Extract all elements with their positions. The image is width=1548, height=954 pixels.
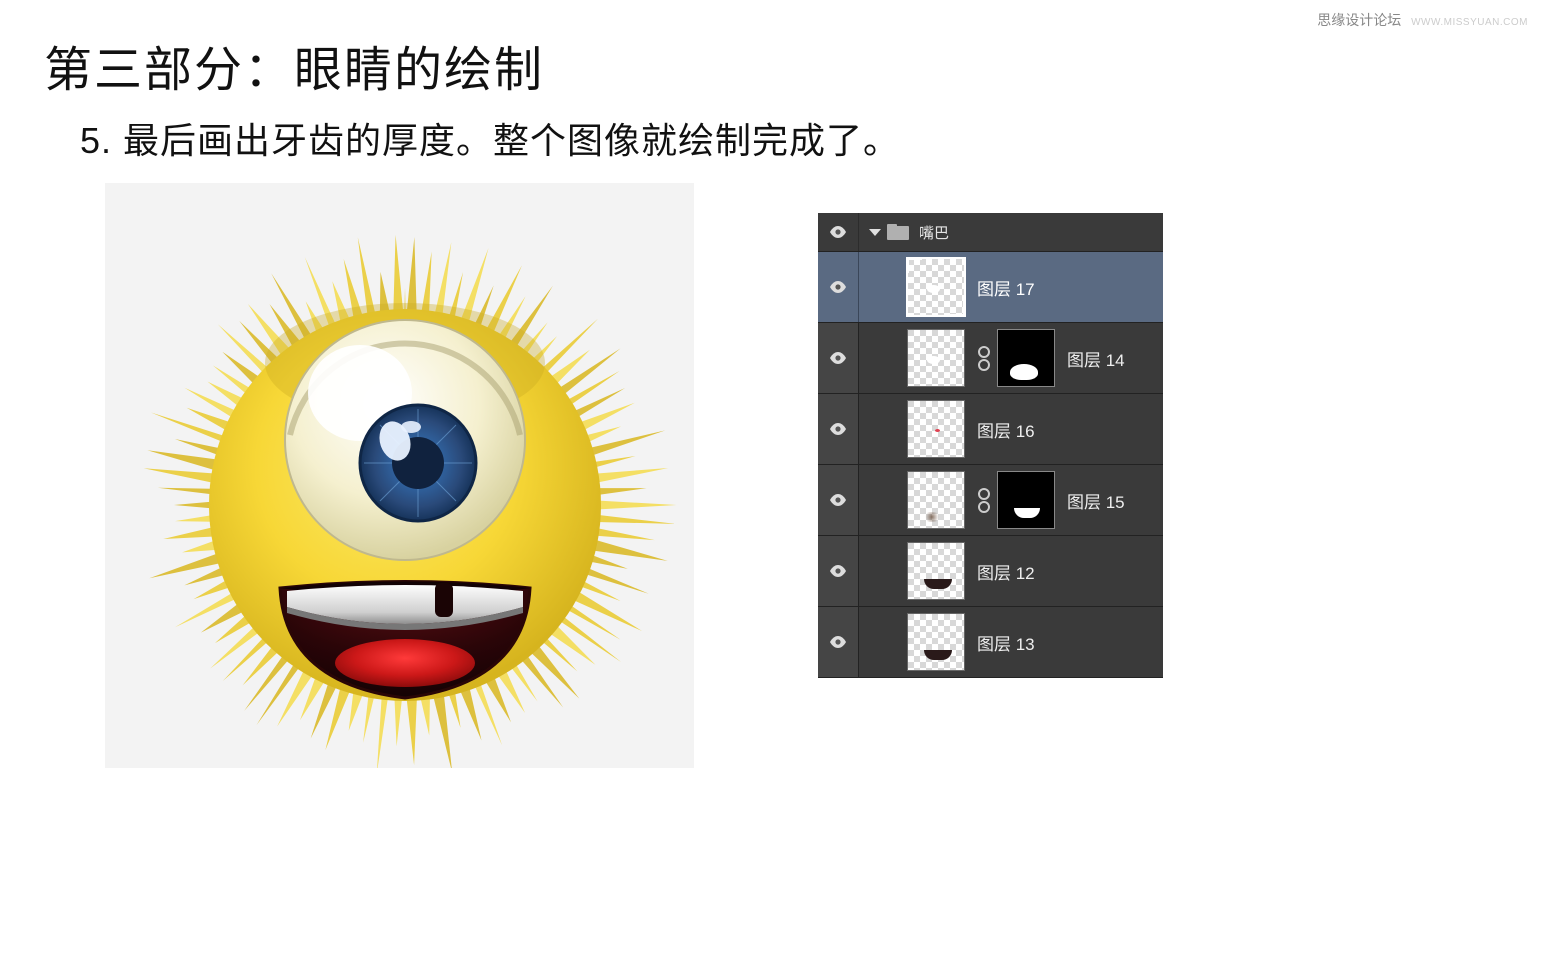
- layer-mask-thumbnail[interactable]: [997, 471, 1055, 529]
- eye-icon: [829, 636, 847, 648]
- visibility-toggle[interactable]: [818, 213, 859, 251]
- layer-group-header[interactable]: 嘴巴: [818, 213, 1163, 252]
- layer-link-icon[interactable]: [977, 488, 991, 513]
- layer-label: 图层 14: [1067, 346, 1125, 371]
- layer-group-name: 嘴巴: [919, 222, 949, 243]
- layer-thumbnail[interactable]: [907, 329, 965, 387]
- layer-thumbnail[interactable]: [907, 613, 965, 671]
- layer-row[interactable]: 图层 13: [818, 607, 1163, 678]
- result-illustration: [105, 183, 694, 768]
- eye-icon: [829, 565, 847, 577]
- layer-thumbnail[interactable]: [907, 542, 965, 600]
- step-instruction: 5. 最后画出牙齿的厚度。整个图像就绘制完成了。: [80, 112, 900, 164]
- layer-thumbnail[interactable]: [907, 400, 965, 458]
- layer-row[interactable]: 图层 14: [818, 323, 1163, 394]
- visibility-toggle[interactable]: [818, 536, 859, 606]
- layer-row[interactable]: 图层 15: [818, 465, 1163, 536]
- eye-icon: [829, 281, 847, 293]
- eye-icon: [829, 423, 847, 435]
- layer-thumbnail[interactable]: [907, 258, 965, 316]
- layer-mask-thumbnail[interactable]: [997, 329, 1055, 387]
- layer-label: 图层 17: [977, 275, 1035, 300]
- layers-panel: 嘴巴 图层 17 图层 14 图层 16 图层 15 图层 12 图层 13: [818, 213, 1163, 678]
- eye-icon: [829, 352, 847, 364]
- layer-label: 图层 15: [1067, 488, 1125, 513]
- layer-label: 图层 13: [977, 630, 1035, 655]
- layer-row[interactable]: 图层 12: [818, 536, 1163, 607]
- section-title: 第三部分：眼睛的绘制: [44, 30, 544, 100]
- eye-icon: [829, 494, 847, 506]
- visibility-toggle[interactable]: [818, 394, 859, 464]
- folder-icon: [887, 224, 909, 240]
- visibility-toggle[interactable]: [818, 607, 859, 677]
- watermark-url: WWW.MISSYUAN.COM: [1411, 17, 1528, 28]
- visibility-toggle[interactable]: [818, 252, 859, 322]
- layer-label: 图层 12: [977, 559, 1035, 584]
- watermark-main: 思缘设计论坛: [1317, 12, 1401, 28]
- collapse-arrow-icon[interactable]: [869, 229, 881, 236]
- layer-row[interactable]: 图层 17: [818, 252, 1163, 323]
- visibility-toggle[interactable]: [818, 465, 859, 535]
- eye-icon: [829, 226, 847, 238]
- layer-row[interactable]: 图层 16: [818, 394, 1163, 465]
- layer-link-icon[interactable]: [977, 346, 991, 371]
- visibility-toggle[interactable]: [818, 323, 859, 393]
- layer-label: 图层 16: [977, 417, 1035, 442]
- layer-thumbnail[interactable]: [907, 471, 965, 529]
- watermark: 思缘设计论坛 WWW.MISSYUAN.COM: [1317, 10, 1528, 30]
